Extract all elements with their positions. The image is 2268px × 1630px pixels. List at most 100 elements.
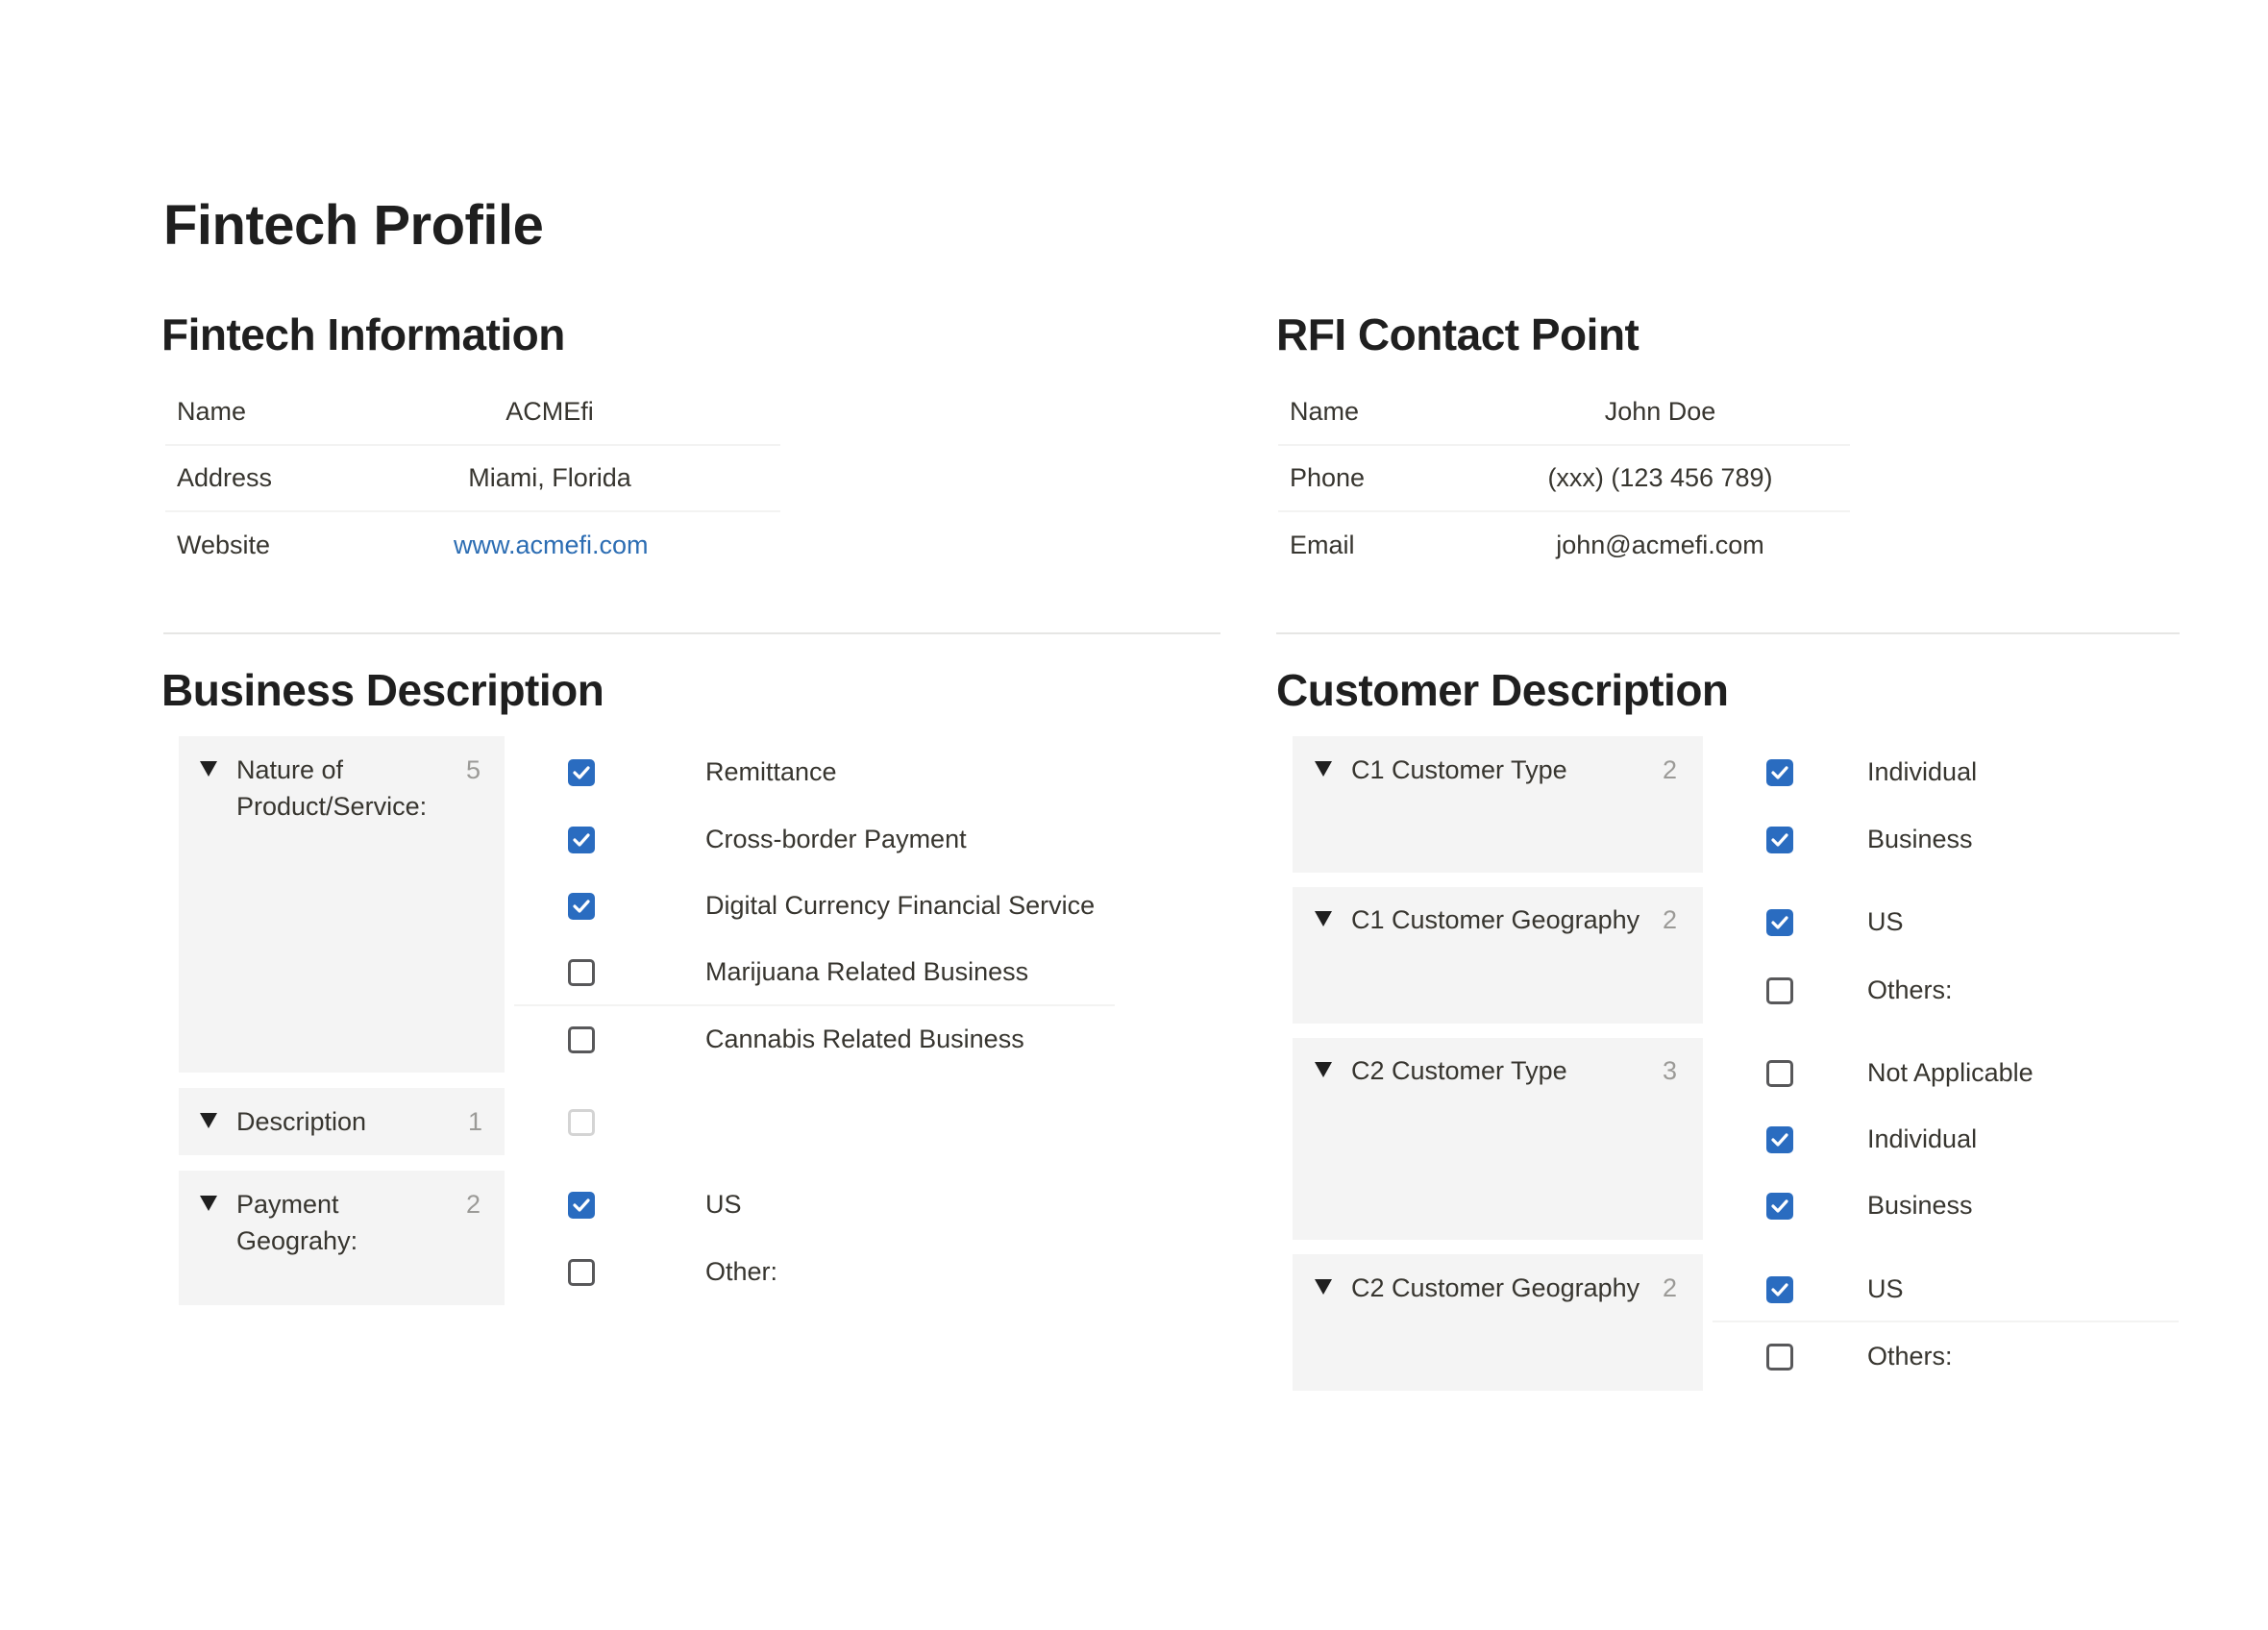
business-description-heading: Business Description — [161, 665, 604, 715]
fintech-website-key: Website — [177, 531, 271, 559]
option-label: US — [1867, 1274, 1904, 1303]
group-toggle-c2-geography[interactable]: C2 Customer Geography — [1315, 1270, 1680, 1306]
check-icon — [573, 900, 590, 913]
group-label-line: Product/Service: — [236, 792, 428, 821]
caret-down-icon — [1315, 911, 1332, 926]
fintech-website-row: Website www.acmefi.com — [165, 512, 780, 579]
fintech-name-key: Name — [177, 397, 247, 426]
option-label: Business — [1867, 825, 1973, 853]
contact-name-value: John Doe — [1604, 397, 1716, 426]
group-count: 5 — [466, 755, 481, 784]
checkbox-remittance[interactable] — [568, 759, 595, 786]
group-toggle-description[interactable]: Description — [200, 1103, 488, 1140]
contact-name-row: Name John Doe — [1278, 380, 1850, 446]
option-label: Individual — [1867, 1124, 1978, 1153]
group-label: C1 Customer Geography — [1351, 905, 1640, 934]
fintech-address-row: Address Miami, Florida — [165, 446, 780, 512]
fintech-info-table: Name ACMEfi Address Miami, Florida Websi… — [165, 380, 780, 579]
fintech-address-value: Miami, Florida — [468, 463, 631, 492]
check-icon — [573, 766, 590, 779]
option-label: Business — [1867, 1191, 1973, 1220]
contact-email-key: Email — [1290, 531, 1355, 559]
group-toggle-nature[interactable]: Nature of Product/Service: — [200, 752, 488, 825]
group-label-line: Nature of — [236, 755, 344, 784]
group-count: 1 — [468, 1107, 483, 1136]
caret-down-icon — [1315, 761, 1332, 777]
group-label: C2 Customer Type — [1351, 1056, 1567, 1085]
left-divider — [163, 632, 1220, 634]
option-label: Remittance — [705, 757, 837, 786]
fintech-information-heading: Fintech Information — [161, 309, 565, 359]
group-label-line: Payment — [236, 1190, 339, 1219]
group-label: C1 Customer Type — [1351, 755, 1567, 784]
option-label: Cross-border Payment — [705, 825, 967, 853]
checkbox-c2-others[interactable] — [1766, 1344, 1793, 1371]
check-icon — [1771, 1283, 1788, 1297]
check-icon — [573, 1198, 590, 1212]
customer-description-heading: Customer Description — [1276, 665, 1729, 715]
right-divider — [1276, 632, 2180, 634]
checkbox-cannabis-business[interactable] — [568, 1026, 595, 1053]
caret-down-icon — [1315, 1279, 1332, 1295]
fintech-name-value: ACMEfi — [505, 397, 594, 426]
checkbox-c1-individual[interactable] — [1766, 759, 1793, 786]
checkbox-c1-us[interactable] — [1766, 909, 1793, 936]
checkbox-payment-other[interactable] — [568, 1259, 595, 1286]
option-label: Others: — [1867, 976, 1953, 1004]
check-icon — [1771, 833, 1788, 847]
check-icon — [1771, 1199, 1788, 1213]
fintech-name-row: Name ACMEfi — [165, 380, 780, 446]
checkbox-payment-us[interactable] — [568, 1192, 595, 1219]
group-count: 2 — [466, 1190, 481, 1219]
group-count: 3 — [1663, 1056, 1678, 1085]
option-label: Cannabis Related Business — [705, 1025, 1024, 1053]
checkbox-cross-border-payment[interactable] — [568, 827, 595, 853]
option-label: US — [705, 1190, 742, 1219]
fintech-address-key: Address — [177, 463, 273, 492]
option-label: Other: — [705, 1257, 778, 1286]
check-icon — [1771, 1133, 1788, 1147]
row-divider — [514, 1004, 1115, 1006]
group-toggle-c1-type[interactable]: C1 Customer Type — [1315, 752, 1680, 788]
option-label: Digital Currency Financial Service — [705, 891, 1096, 920]
check-icon — [1771, 766, 1788, 779]
fintech-website-link[interactable]: www.acmefi.com — [454, 531, 649, 560]
contact-phone-value: (xxx) (123 456 789) — [1547, 463, 1773, 492]
checkbox-c2-us[interactable] — [1766, 1276, 1793, 1303]
rfi-contact-heading: RFI Contact Point — [1276, 309, 1639, 359]
checkbox-c1-business[interactable] — [1766, 827, 1793, 853]
rfi-contact-table: Name John Doe Phone (xxx) (123 456 789) … — [1278, 380, 1850, 579]
group-label: C2 Customer Geography — [1351, 1273, 1640, 1302]
option-label: US — [1867, 907, 1904, 936]
group-toggle-c2-type[interactable]: C2 Customer Type — [1315, 1052, 1680, 1089]
caret-down-icon — [1315, 1062, 1332, 1077]
check-icon — [1771, 916, 1788, 929]
caret-down-icon — [200, 1196, 217, 1211]
group-toggle-c1-geography[interactable]: C1 Customer Geography — [1315, 901, 1680, 938]
caret-down-icon — [200, 761, 217, 777]
option-label: Individual — [1867, 757, 1978, 786]
checkbox-marijuana-business[interactable] — [568, 959, 595, 986]
contact-phone-row: Phone (xxx) (123 456 789) — [1278, 446, 1850, 512]
checkbox-description[interactable] — [568, 1109, 595, 1136]
group-label-line: Geograhy: — [236, 1226, 358, 1255]
contact-email-row: Email john@acmefi.com — [1278, 512, 1850, 579]
row-divider — [1713, 1321, 2179, 1322]
checkbox-c2-individual[interactable] — [1766, 1126, 1793, 1153]
page-title: Fintech Profile — [163, 194, 544, 257]
group-count: 2 — [1663, 905, 1678, 934]
checkbox-c1-others[interactable] — [1766, 977, 1793, 1004]
group-count: 2 — [1663, 1273, 1678, 1302]
contact-phone-key: Phone — [1290, 463, 1366, 492]
contact-email-value: john@acmefi.com — [1556, 531, 1764, 559]
option-label: Marijuana Related Business — [705, 957, 1029, 986]
checkbox-c2-business[interactable] — [1766, 1193, 1793, 1220]
check-icon — [573, 833, 590, 847]
checkbox-digital-currency[interactable] — [568, 893, 595, 920]
caret-down-icon — [200, 1113, 217, 1128]
checkbox-c2-not-applicable[interactable] — [1766, 1060, 1793, 1087]
group-toggle-payment-geography[interactable]: Payment Geograhy: — [200, 1186, 488, 1259]
option-label: Not Applicable — [1867, 1058, 2034, 1087]
group-label: Description — [236, 1107, 367, 1136]
contact-name-key: Name — [1290, 397, 1360, 426]
